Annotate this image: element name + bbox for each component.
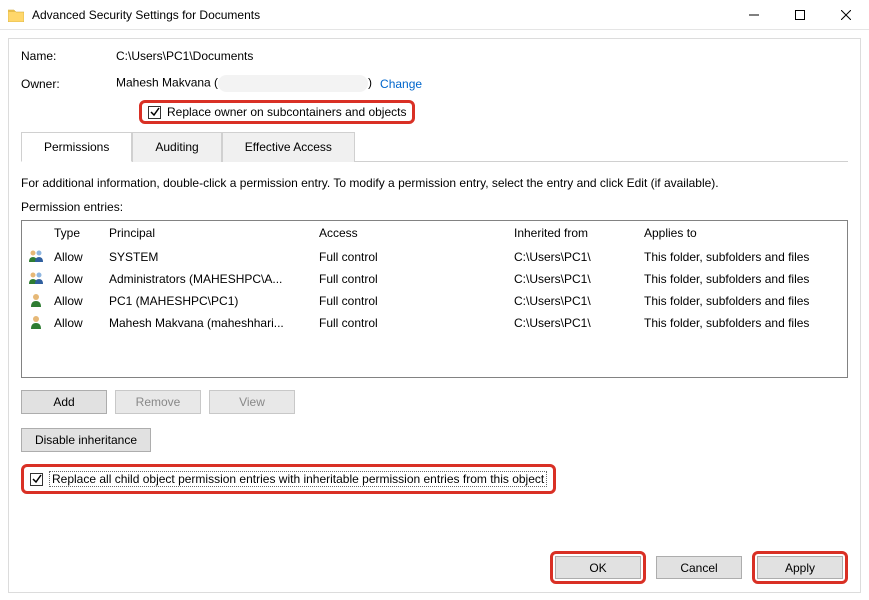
owner-name-part: Mahesh Makvana ( <box>116 76 218 90</box>
cell-access: Full control <box>313 316 508 330</box>
user-icon <box>28 315 46 329</box>
minimize-button[interactable] <box>731 0 777 30</box>
user-icon <box>28 293 46 307</box>
name-value: C:\Users\PC1\Documents <box>116 49 253 63</box>
window-title: Advanced Security Settings for Documents <box>32 8 731 22</box>
table-body: AllowSYSTEMFull controlC:\Users\PC1\This… <box>22 246 847 334</box>
maximize-button[interactable] <box>777 0 823 30</box>
tab-effective-access[interactable]: Effective Access <box>222 132 355 162</box>
disable-inheritance-button[interactable]: Disable inheritance <box>21 428 151 452</box>
col-access[interactable]: Access <box>313 226 508 240</box>
owner-redacted <box>218 75 368 92</box>
replace-owner-row: Replace owner on subcontainers and objec… <box>139 100 848 124</box>
table-row[interactable]: AllowMahesh Makvana (maheshhari...Full c… <box>22 312 847 334</box>
cell-applies: This folder, subfolders and files <box>638 272 847 286</box>
folder-icon <box>8 8 24 22</box>
tab-auditing[interactable]: Auditing <box>132 132 221 162</box>
cell-access: Full control <box>313 250 508 264</box>
table-row[interactable]: AllowPC1 (MAHESHPC\PC1)Full controlC:\Us… <box>22 290 847 312</box>
cell-applies: This folder, subfolders and files <box>638 316 847 330</box>
highlight-replace-owner: Replace owner on subcontainers and objec… <box>139 100 415 124</box>
cell-type: Allow <box>48 294 103 308</box>
replace-owner-label: Replace owner on subcontainers and objec… <box>167 105 406 119</box>
cell-inherited: C:\Users\PC1\ <box>508 316 638 330</box>
close-button[interactable] <box>823 0 869 30</box>
permission-table: Type Principal Access Inherited from App… <box>21 220 848 378</box>
cell-type: Allow <box>48 316 103 330</box>
col-icon <box>22 226 48 240</box>
highlight-ok: OK <box>550 551 646 584</box>
cell-inherited: C:\Users\PC1\ <box>508 250 638 264</box>
footer-buttons: OK Cancel Apply <box>550 551 848 584</box>
permission-entries-label: Permission entries: <box>21 200 848 214</box>
replace-all-row: Replace all child object permission entr… <box>21 464 848 494</box>
col-inherited[interactable]: Inherited from <box>508 226 638 240</box>
cell-type: Allow <box>48 272 103 286</box>
highlight-replace-all: Replace all child object permission entr… <box>21 464 556 494</box>
apply-button[interactable]: Apply <box>757 556 843 579</box>
owner-row: Owner: Mahesh Makvana () Change <box>21 75 848 92</box>
group-icon <box>28 271 46 285</box>
name-label: Name: <box>21 49 116 63</box>
cell-principal: SYSTEM <box>103 250 313 264</box>
info-text: For additional information, double-click… <box>21 176 848 190</box>
ok-button[interactable]: OK <box>555 556 641 579</box>
tabs: Permissions Auditing Effective Access <box>21 132 848 162</box>
owner-value: Mahesh Makvana () <box>116 75 372 92</box>
owner-label: Owner: <box>21 77 116 91</box>
cell-inherited: C:\Users\PC1\ <box>508 294 638 308</box>
cancel-button[interactable]: Cancel <box>656 556 742 579</box>
col-principal[interactable]: Principal <box>103 226 313 240</box>
cell-applies: This folder, subfolders and files <box>638 250 847 264</box>
table-row[interactable]: AllowAdministrators (MAHESHPC\A...Full c… <box>22 268 847 290</box>
window-controls <box>731 0 869 30</box>
group-icon <box>28 249 46 263</box>
cell-principal: Administrators (MAHESHPC\A... <box>103 272 313 286</box>
col-type[interactable]: Type <box>48 226 103 240</box>
add-button[interactable]: Add <box>21 390 107 414</box>
cell-access: Full control <box>313 272 508 286</box>
tab-permissions[interactable]: Permissions <box>21 132 132 162</box>
cell-principal: Mahesh Makvana (maheshhari... <box>103 316 313 330</box>
replace-all-checkbox[interactable] <box>30 473 43 486</box>
table-row[interactable]: AllowSYSTEMFull controlC:\Users\PC1\This… <box>22 246 847 268</box>
dialog-content: Name: C:\Users\PC1\Documents Owner: Mahe… <box>8 38 861 593</box>
table-header: Type Principal Access Inherited from App… <box>22 221 847 246</box>
change-owner-link[interactable]: Change <box>380 77 422 91</box>
cell-applies: This folder, subfolders and files <box>638 294 847 308</box>
replace-owner-checkbox[interactable] <box>148 106 161 119</box>
entry-buttons: Add Remove View <box>21 390 848 414</box>
titlebar: Advanced Security Settings for Documents <box>0 0 869 30</box>
name-row: Name: C:\Users\PC1\Documents <box>21 49 848 63</box>
cell-type: Allow <box>48 250 103 264</box>
replace-all-label: Replace all child object permission entr… <box>49 471 547 487</box>
owner-close-paren: ) <box>368 76 372 90</box>
view-button: View <box>209 390 295 414</box>
highlight-apply: Apply <box>752 551 848 584</box>
remove-button: Remove <box>115 390 201 414</box>
col-applies[interactable]: Applies to <box>638 226 847 240</box>
cell-access: Full control <box>313 294 508 308</box>
cell-inherited: C:\Users\PC1\ <box>508 272 638 286</box>
cell-principal: PC1 (MAHESHPC\PC1) <box>103 294 313 308</box>
